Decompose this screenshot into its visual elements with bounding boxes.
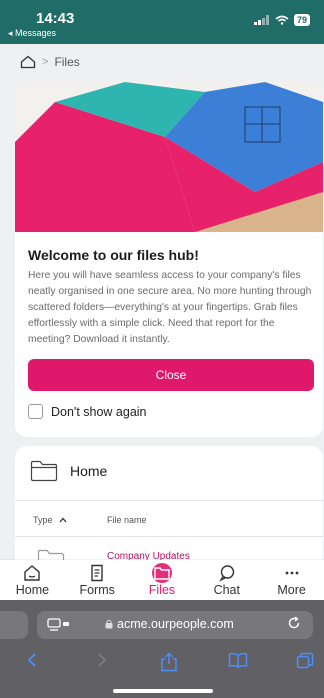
url-text: acme.ourpeople.com (117, 617, 234, 631)
home-folder-title: Home (70, 463, 108, 479)
bookmarks-icon[interactable] (228, 652, 248, 668)
tab-forms[interactable]: Forms (67, 564, 127, 597)
chevron-right-icon: > (42, 56, 49, 68)
home-icon[interactable] (20, 55, 36, 69)
back-icon[interactable] (26, 652, 38, 668)
dont-show-again-label: Don't show again (51, 404, 147, 419)
dont-show-again-option[interactable]: Don't show again (28, 404, 147, 419)
column-header-file-name[interactable]: File name (107, 515, 147, 525)
divider (15, 500, 323, 501)
tab-forms-label: Forms (79, 582, 115, 597)
dont-show-again-checkbox[interactable] (28, 404, 43, 419)
sort-up-icon (59, 517, 67, 523)
status-bar: 14:43 ◂ Messages 79 (0, 0, 324, 44)
browser-toolbar: acme.ourpeople.com (0, 600, 324, 698)
wifi-icon (275, 15, 289, 25)
status-time: 14:43 (36, 10, 75, 27)
reload-icon[interactable] (287, 616, 301, 630)
share-icon[interactable] (160, 652, 178, 672)
breadcrumb: > Files (0, 44, 324, 80)
tab-chat[interactable]: Chat (197, 564, 257, 597)
address-url: acme.ourpeople.com (105, 617, 234, 631)
home-folder-header[interactable]: Home (30, 460, 107, 482)
battery-indicator: 79 (293, 14, 310, 26)
bottom-tab-bar: Home Forms Files Chat More (0, 560, 324, 600)
tab-more-label: More (277, 582, 306, 597)
back-to-messages-link[interactable]: ◂ Messages (8, 28, 56, 39)
home-icon (24, 564, 41, 581)
tab-more[interactable]: More (262, 564, 322, 597)
tabs-icon[interactable] (296, 652, 314, 670)
status-icons: 79 (253, 14, 310, 26)
address-bar[interactable]: acme.ourpeople.com (37, 611, 313, 639)
close-button[interactable]: Close (28, 359, 314, 391)
previous-tab-preview[interactable] (0, 611, 28, 639)
tab-home[interactable]: Home (2, 564, 62, 597)
tab-chat-label: Chat (213, 582, 240, 597)
tab-files[interactable]: Files (132, 562, 192, 597)
document-icon (91, 564, 103, 581)
divider (15, 536, 323, 537)
forward-icon[interactable] (96, 652, 108, 668)
folder-icon (30, 460, 58, 482)
column-header-type[interactable]: Type (33, 515, 67, 525)
chat-icon (219, 564, 234, 582)
home-indicator (113, 689, 213, 693)
page-settings-icon[interactable] (47, 618, 71, 632)
tab-files-label: Files (148, 582, 176, 597)
breadcrumb-current: Files (54, 55, 80, 69)
tab-home-label: Home (15, 582, 50, 597)
hero-image (15, 82, 323, 232)
browser-nav-row (0, 652, 324, 676)
welcome-card: Welcome to our files hub! Here you will … (15, 82, 323, 437)
welcome-description: Here you will have seamless access to yo… (28, 270, 312, 345)
more-icon (285, 571, 298, 574)
folder-icon (154, 566, 170, 580)
signal-icon (253, 15, 269, 25)
welcome-title: Welcome to our files hub! (28, 247, 199, 263)
lock-icon (105, 619, 113, 629)
